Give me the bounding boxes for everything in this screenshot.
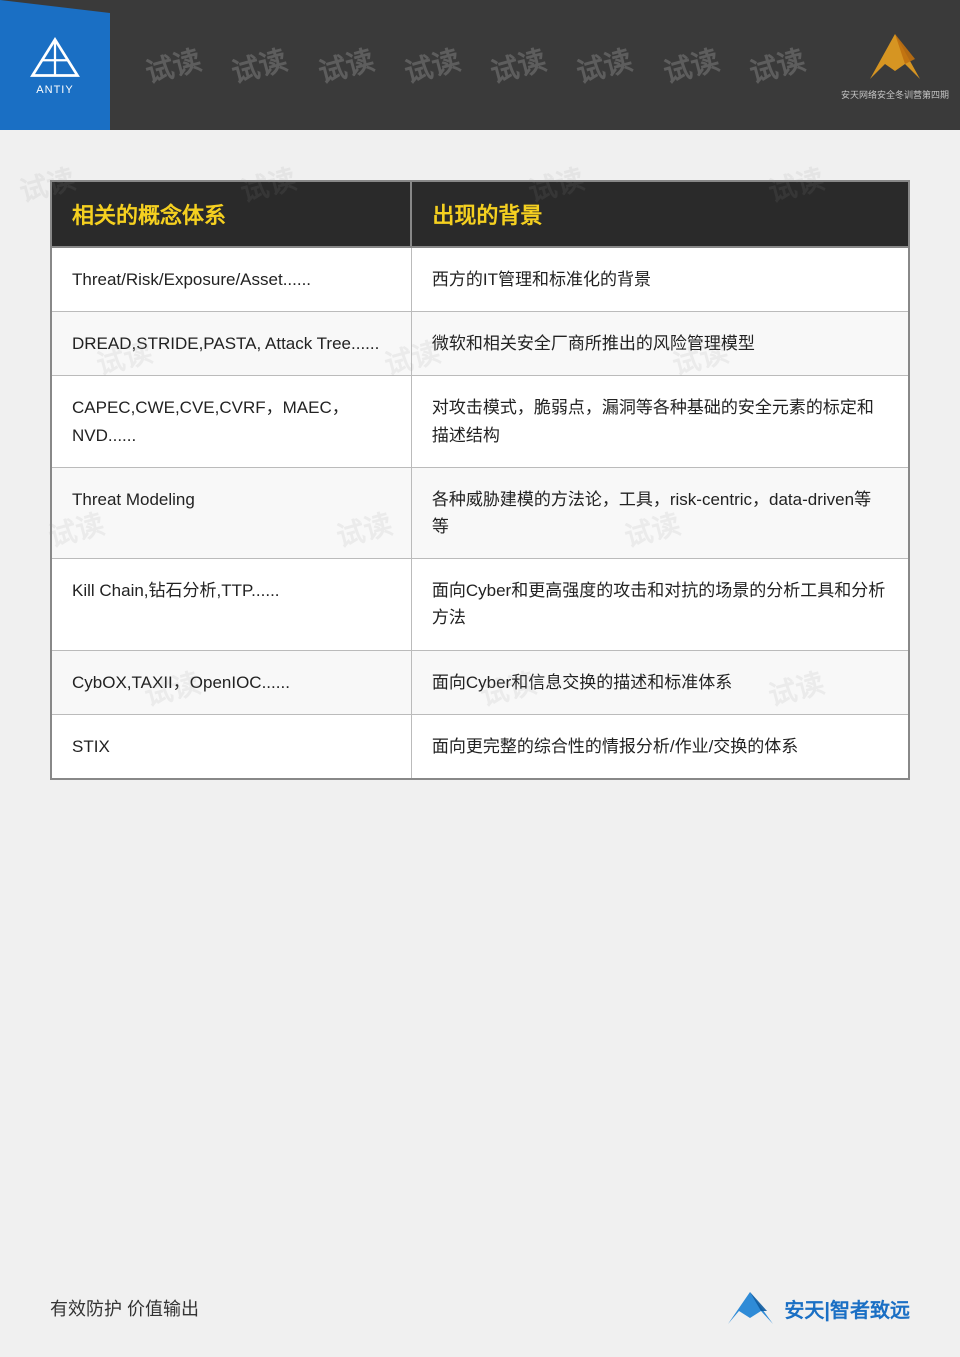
table-cell-left: Kill Chain,钻石分析,TTP...... (51, 559, 411, 650)
table-cell-left: CybOX,TAXII，OpenIOC...... (51, 650, 411, 714)
brand-text: 安天网络安全冬训营第四期 (841, 88, 949, 101)
table-row: CAPEC,CWE,CVE,CVRF，MAEC，NVD......对攻击模式，脆… (51, 376, 909, 467)
table-cell-right: 西方的IT管理和标准化的背景 (411, 247, 909, 312)
table-cell-right: 各种威胁建模的方法论，工具，risk-centric，data-driven等等 (411, 467, 909, 558)
header-wm-5: 试读 (486, 38, 550, 91)
table-cell-right: 面向Cyber和更高强度的攻击和对抗的场景的分析工具和分析方法 (411, 559, 909, 650)
footer-slogan: 有效防护 价值输出 (50, 1295, 199, 1321)
header-wm-8: 试读 (745, 38, 809, 91)
logo-text: ANTIY (36, 84, 73, 96)
header-wm-3: 试读 (313, 38, 377, 91)
footer: 有效防护 价值输出 安天|智者致远 (0, 1289, 960, 1327)
table-cell-left: DREAD,STRIDE,PASTA, Attack Tree...... (51, 312, 411, 376)
antiy-logo-icon (20, 35, 90, 80)
footer-logo: 安天|智者致远 (723, 1289, 910, 1327)
table-row: STIX面向更完整的综合性的情报分析/作业/交换的体系 (51, 714, 909, 779)
table-cell-left: Threat/Risk/Exposure/Asset...... (51, 247, 411, 312)
header-wm-2: 试读 (227, 38, 291, 91)
table-row: DREAD,STRIDE,PASTA, Attack Tree......微软和… (51, 312, 909, 376)
footer-logo-text: 安天|智者致远 (784, 1294, 910, 1323)
table-row: CybOX,TAXII，OpenIOC......面向Cyber和信息交换的描述… (51, 650, 909, 714)
brand-logo-icon (850, 29, 940, 84)
table-cell-right: 微软和相关安全厂商所推出的风险管理模型 (411, 312, 909, 376)
table-row: Threat Modeling各种威胁建模的方法论，工具，risk-centri… (51, 467, 909, 558)
header-brand: 安天网络安全冬训营第四期 (840, 0, 960, 130)
main-content: 试读试读试读试读试读试读试读试读试读试读试读试读试读 相关的概念体系 出现的背景… (0, 130, 960, 820)
header-wm-7: 试读 (658, 38, 722, 91)
col2-header: 出现的背景 (411, 181, 909, 247)
table-cell-right: 面向Cyber和信息交换的描述和标准体系 (411, 650, 909, 714)
table-cell-right: 对攻击模式，脆弱点，漏洞等各种基础的安全元素的标定和描述结构 (411, 376, 909, 467)
table-row: Threat/Risk/Exposure/Asset......西方的IT管理和… (51, 247, 909, 312)
content-table: 相关的概念体系 出现的背景 Threat/Risk/Exposure/Asset… (50, 180, 910, 780)
col1-header: 相关的概念体系 (51, 181, 411, 247)
table-cell-left: STIX (51, 714, 411, 779)
table-row: Kill Chain,钻石分析,TTP......面向Cyber和更高强度的攻击… (51, 559, 909, 650)
logo-box: ANTIY (0, 0, 110, 130)
table-cell-left: Threat Modeling (51, 467, 411, 558)
header: ANTIY 试读 试读 试读 试读 试读 试读 试读 试读 安天网络安全冬训营第… (0, 0, 960, 130)
header-wm-6: 试读 (572, 38, 636, 91)
header-watermarks: 试读 试读 试读 试读 试读 试读 试读 试读 (110, 45, 840, 85)
header-wm-1: 试读 (141, 38, 205, 91)
footer-logo-icon (723, 1289, 778, 1327)
header-wm-4: 试读 (400, 38, 464, 91)
table-cell-right: 面向更完整的综合性的情报分析/作业/交换的体系 (411, 714, 909, 779)
table-cell-left: CAPEC,CWE,CVE,CVRF，MAEC，NVD...... (51, 376, 411, 467)
